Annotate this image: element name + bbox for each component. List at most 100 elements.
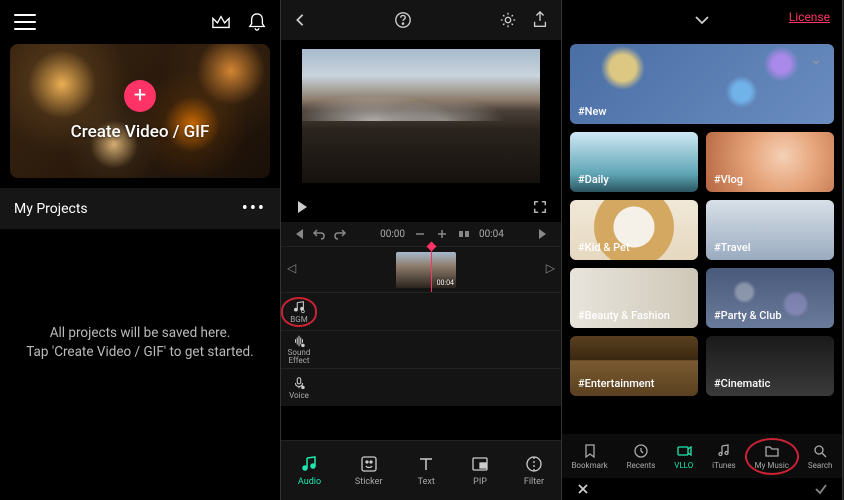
tab-pip-label: PIP <box>473 477 487 487</box>
empty-line2: Tap 'Create Video / GIF' to get started. <box>22 343 258 362</box>
aspect-icon[interactable] <box>457 227 471 241</box>
skip-start-icon[interactable] <box>291 227 305 241</box>
category-beauty-fashion[interactable]: #Beauty & Fashion <box>570 268 698 328</box>
category-new[interactable]: #New ⌄ <box>570 44 834 124</box>
settings-icon[interactable] <box>499 11 517 29</box>
tab-bookmark[interactable]: Bookmark <box>571 443 607 470</box>
crown-icon[interactable] <box>210 13 232 31</box>
voice-button[interactable]: Voice <box>281 376 317 400</box>
category-entertainment[interactable]: #Entertainment <box>570 336 698 396</box>
expand-icon[interactable]: ⌄ <box>810 52 822 68</box>
editor-panel: 00:00 00:04 ◁ 00:04 ▷ <box>281 0 562 500</box>
more-icon[interactable]: ••• <box>242 198 266 219</box>
editor-header <box>281 0 561 40</box>
tab-filter[interactable]: Filter <box>524 454 544 487</box>
category-kid-pet[interactable]: #Kid & Pet <box>570 200 698 260</box>
tab-search[interactable]: Search <box>808 443 833 470</box>
category-ent-label: #Entertainment <box>578 377 654 390</box>
chevron-down-icon[interactable] <box>694 15 710 25</box>
help-icon[interactable] <box>394 11 412 29</box>
category-beauty-label: #Beauty & Fashion <box>578 309 670 322</box>
tab-bookmark-label: Bookmark <box>571 461 607 470</box>
home-panel: + Create Video / GIF My Projects ••• All… <box>0 0 281 500</box>
export-icon[interactable] <box>531 11 549 29</box>
category-party-label: #Party & Club <box>714 309 782 322</box>
tab-recents[interactable]: Recents <box>627 443 656 470</box>
audio-icon <box>300 454 320 474</box>
my-projects-label: My Projects <box>14 201 88 217</box>
fullscreen-icon[interactable] <box>533 200 547 214</box>
sound-effect-track[interactable]: Sound Effect <box>281 330 561 368</box>
bgm-track-button[interactable]: BGM <box>281 297 317 327</box>
sound-effect-button[interactable]: Sound Effect <box>281 334 317 365</box>
category-party-club[interactable]: #Party & Club <box>706 268 834 328</box>
bell-icon[interactable] <box>248 12 266 32</box>
undo-icon[interactable] <box>312 227 326 241</box>
track-next-icon[interactable]: ▷ <box>546 261 555 275</box>
track-prev-icon[interactable]: ◁ <box>287 261 296 275</box>
music-categories-grid: #New ⌄ #Daily #Vlog #Kid & Pet #Travel #… <box>562 40 842 440</box>
category-cinematic[interactable]: #Cinematic <box>706 336 834 396</box>
preview-thumbnail[interactable] <box>302 49 540 183</box>
tab-itunes[interactable]: iTunes <box>712 443 736 470</box>
back-icon[interactable] <box>293 13 307 27</box>
add-icon[interactable] <box>435 227 449 241</box>
time-current: 00:00 <box>380 229 405 240</box>
recents-icon <box>633 443 649 459</box>
tab-itunes-label: iTunes <box>712 461 736 470</box>
tab-text[interactable]: Text <box>416 454 436 487</box>
music-library-panel: License #New ⌄ #Daily #Vlog #Kid & Pet #… <box>562 0 843 500</box>
category-vlog-label: #Vlog <box>714 173 743 186</box>
tab-search-label: Search <box>808 461 833 470</box>
home-header <box>0 0 280 44</box>
license-link[interactable]: License <box>789 10 830 24</box>
tab-filter-label: Filter <box>524 477 544 487</box>
search-icon <box>812 443 828 459</box>
voice-track[interactable]: Voice <box>281 368 561 406</box>
empty-line1: All projects will be saved here. <box>22 324 258 343</box>
bgm-track[interactable]: BGM <box>281 292 561 330</box>
category-daily-label: #Daily <box>578 173 609 186</box>
preview-controls <box>281 192 561 222</box>
itunes-icon <box>716 443 732 459</box>
tab-my-music[interactable]: My Music <box>755 443 789 470</box>
category-cine-label: #Cinematic <box>714 377 770 390</box>
category-vlog[interactable]: #Vlog <box>706 132 834 192</box>
folder-icon <box>764 443 780 459</box>
tab-mymusic-label: My Music <box>755 461 789 470</box>
music-note-icon <box>292 300 306 314</box>
editor-tabbar: Audio Sticker Text PIP <box>281 440 561 500</box>
tab-pip[interactable]: PIP <box>470 454 490 487</box>
video-track[interactable]: ◁ 00:04 ▷ <box>281 246 561 292</box>
plus-icon: + <box>124 80 156 112</box>
timeline: ◁ 00:04 ▷ BGM <box>281 246 561 406</box>
sound-effect-label: Sound Effect <box>281 349 317 365</box>
empty-projects-text: All projects will be saved here. Tap 'Cr… <box>0 324 280 362</box>
music-header: License <box>562 0 842 40</box>
zoom-out-icon[interactable] <box>413 227 427 241</box>
time-total: 00:04 <box>479 229 504 240</box>
sound-wave-icon <box>292 334 306 348</box>
menu-icon[interactable] <box>14 14 36 30</box>
bgm-label: BGM <box>290 315 307 324</box>
tab-vllo[interactable]: VLLO <box>674 443 693 470</box>
skip-end-icon[interactable] <box>537 227 551 241</box>
clip-thumbnail[interactable]: 00:04 <box>396 252 456 288</box>
close-icon[interactable] <box>576 482 590 496</box>
playhead[interactable] <box>431 247 432 292</box>
pip-icon <box>470 454 490 474</box>
tab-audio[interactable]: Audio <box>298 454 321 487</box>
video-preview <box>281 40 561 192</box>
category-travel[interactable]: #Travel <box>706 200 834 260</box>
filter-icon <box>524 454 544 474</box>
voice-label: Voice <box>289 391 309 400</box>
redo-icon[interactable] <box>333 227 347 241</box>
create-video-label: Create Video / GIF <box>71 122 210 142</box>
tab-sticker[interactable]: Sticker <box>355 454 382 487</box>
sticker-icon <box>359 454 379 474</box>
category-daily[interactable]: #Daily <box>570 132 698 192</box>
category-kid-label: #Kid & Pet <box>578 241 630 254</box>
create-video-card[interactable]: + Create Video / GIF <box>10 44 270 178</box>
check-icon[interactable] <box>814 482 828 496</box>
play-icon[interactable] <box>295 200 309 214</box>
